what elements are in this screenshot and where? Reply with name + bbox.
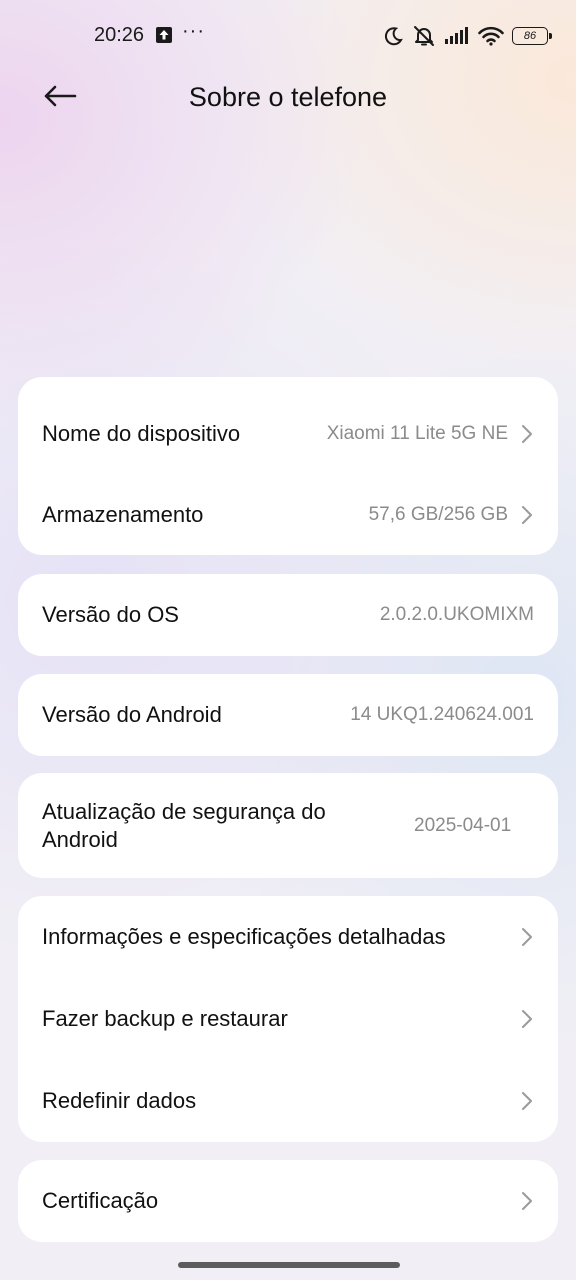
device-name-value: Xiaomi 11 Lite 5G NE [326,423,508,444]
android-version-row[interactable]: Versão do Android 14 UKQ1.240624.001 [18,674,558,756]
security-update-value: 2025-04-01 [414,814,512,836]
header: Sobre o telefone [0,72,576,128]
page-title: Sobre o telefone [188,82,388,112]
reset-data-row[interactable]: Redefinir dados [18,1060,558,1142]
device-name-label: Nome do dispositivo [42,421,241,446]
status-icons: 86 [382,24,552,48]
detailed-specs-label: Informações e especificações detalhadas [42,924,446,949]
chevron-right-icon [520,423,534,445]
security-update-card: Atualização de segurança do Android 2025… [18,773,558,878]
chevron-right-icon [520,1008,534,1030]
os-version-card: Versão do OS 2.0.2.0.UKOMIXM [18,574,558,656]
battery-icon: 86 [512,27,552,45]
detailed-specs-row[interactable]: Informações e especificações detalhadas [18,896,558,978]
storage-label: Armazenamento [42,502,204,527]
os-version-value: 2.0.2.0.UKOMIXM [379,604,534,625]
os-version-row[interactable]: Versão do OS 2.0.2.0.UKOMIXM [18,574,558,656]
chevron-right-icon [520,1090,534,1112]
wifi-icon [478,26,504,46]
chevron-right-icon [520,926,534,948]
storage-row[interactable]: Armazenamento 57,6 GB/256 GB [18,475,558,555]
android-version-card: Versão do Android 14 UKQ1.240624.001 [18,674,558,756]
android-version-label: Versão do Android [42,702,222,727]
certification-row[interactable]: Certificação [18,1160,558,1242]
signal-icon [444,26,470,46]
more-notifications-icon: ··· [182,20,205,42]
device-card: Nome do dispositivo Xiaomi 11 Lite 5G NE… [18,377,558,555]
android-version-value: 14 UKQ1.240624.001 [350,704,534,725]
status-time: 20:26 [94,24,145,46]
backup-restore-label: Fazer backup e restaurar [42,1006,288,1031]
status-bar: 20:26 ··· 86 [0,0,576,72]
security-update-row[interactable]: Atualização de segurança do Android 2025… [18,773,558,878]
backup-restore-row[interactable]: Fazer backup e restaurar [18,978,558,1060]
home-indicator[interactable] [178,1262,400,1268]
chevron-right-icon [520,504,534,526]
storage-value: 57,6 GB/256 GB [368,504,508,525]
device-name-row[interactable]: Nome do dispositivo Xiaomi 11 Lite 5G NE [18,393,558,475]
certification-card: Certificação [18,1160,558,1242]
certification-label: Certificação [42,1188,159,1213]
security-update-label: Atualização de segurança do Android [42,798,326,852]
chevron-right-icon [520,1190,534,1212]
more-options-card: Informações e especificações detalhadas … [18,896,558,1142]
reset-data-label: Redefinir dados [42,1088,197,1113]
os-version-label: Versão do OS [42,602,179,627]
muted-bell-icon [412,24,436,48]
upload-notification-icon [156,27,172,43]
moon-icon [382,25,404,47]
